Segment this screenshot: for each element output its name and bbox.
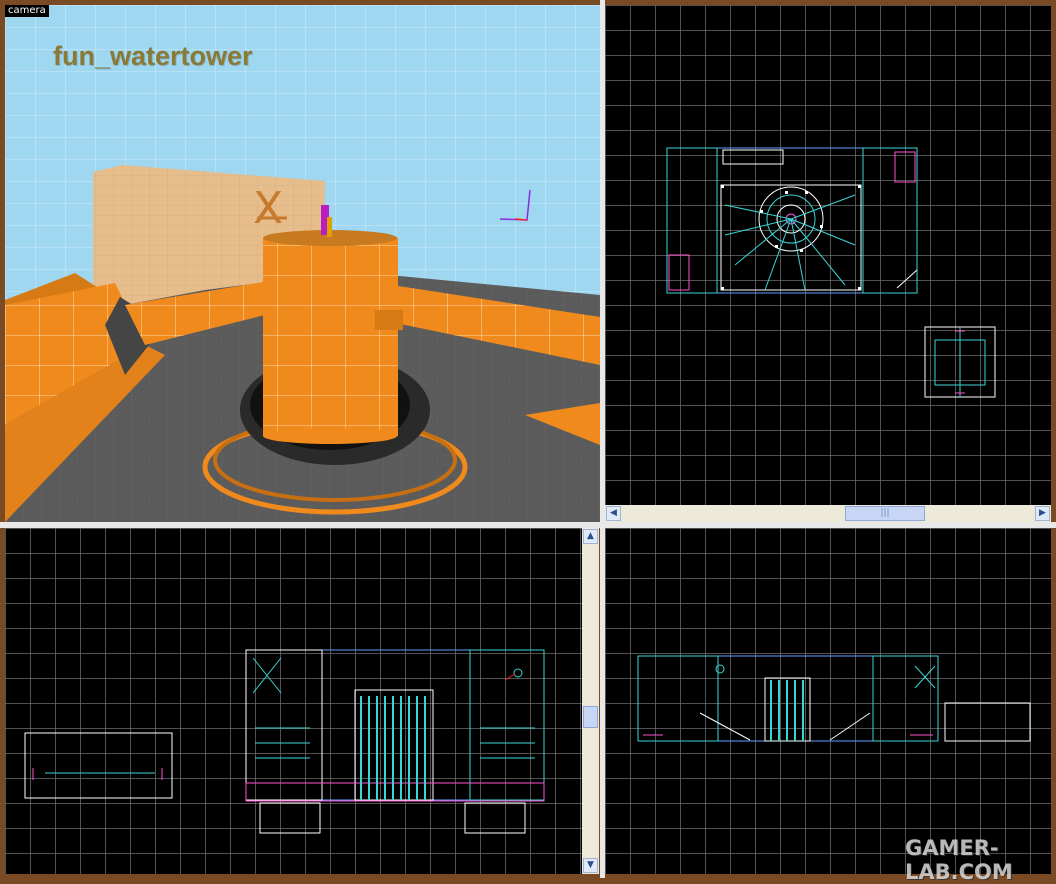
map-name-title: fun_watertower [53, 41, 253, 71]
arrow-down-icon[interactable]: ▼ [583, 858, 598, 873]
scrollbar-thumb[interactable]: ||| [845, 506, 925, 521]
top-view-viewport[interactable] [605, 5, 1051, 505]
top-view-geometry [666, 147, 996, 398]
arrow-left-icon[interactable]: ◀ [606, 506, 621, 521]
camera-label: camera [5, 5, 49, 17]
scrollbar-thumb[interactable] [583, 706, 598, 728]
arrow-right-icon[interactable]: ▶ [1035, 506, 1050, 521]
front-view-viewport[interactable] [5, 528, 582, 874]
side-view-geometry [637, 655, 1031, 742]
watermark-text: GAMER-LAB.COM [905, 836, 1013, 884]
arrow-up-icon[interactable]: ▲ [583, 529, 598, 544]
side-view-viewport[interactable] [605, 528, 1051, 874]
front-view-geometry [24, 649, 545, 834]
camera-viewport[interactable]: X camera fun_watertower [5, 5, 600, 522]
top-view-horizontal-scrollbar[interactable]: ◀ ||| ▶ [605, 505, 1051, 522]
camera-scene: X [5, 5, 600, 522]
svg-text:X: X [253, 183, 283, 234]
front-view-vertical-scrollbar[interactable]: ▲ ▼ [582, 528, 599, 874]
